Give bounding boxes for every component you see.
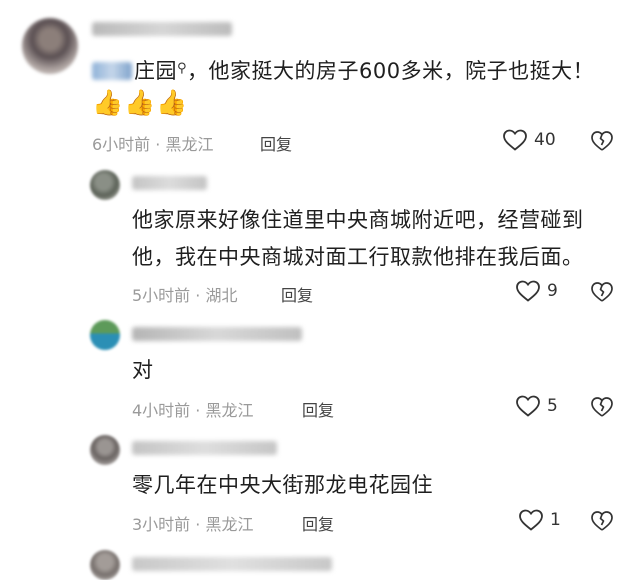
heart-outline-icon — [516, 395, 540, 417]
broken-heart-icon[interactable] — [590, 129, 614, 153]
comment-time: 4小时前 — [132, 401, 191, 420]
comment-text: 他，我在中央商城对面工行取款他排在我后面。 — [132, 245, 584, 269]
avatar[interactable] — [22, 18, 78, 74]
like-count: 5 — [547, 396, 558, 416]
thumbs-up-emoji: 👍 — [92, 88, 124, 117]
avatar[interactable] — [90, 550, 120, 580]
reply-button[interactable]: 回复 — [260, 131, 292, 155]
broken-heart-icon[interactable] — [590, 509, 614, 533]
comment-location: 黑龙江 — [165, 135, 214, 154]
avatar[interactable] — [90, 320, 120, 350]
comment-meta: 3小时前 · 黑龙江 — [132, 511, 253, 535]
broken-heart-icon[interactable] — [590, 395, 614, 419]
meta-separator: · — [155, 135, 161, 154]
like-button[interactable]: 1 — [518, 508, 561, 532]
mention-link[interactable]: 庄园 — [134, 59, 177, 83]
reply-button[interactable]: 回复 — [302, 397, 334, 421]
comment-meta: 6小时前 · 黑龙江 — [92, 131, 213, 155]
username[interactable] — [132, 327, 302, 341]
comment-meta: 4小时前 · 黑龙江 — [132, 397, 253, 421]
username[interactable] — [92, 22, 232, 36]
reply-button[interactable]: 回复 — [281, 282, 313, 306]
comment-location: 黑龙江 — [205, 401, 254, 420]
reply-button[interactable]: 回复 — [302, 511, 334, 535]
mention-blur — [92, 62, 132, 80]
like-count: 40 — [534, 130, 556, 150]
meta-separator: · — [195, 286, 201, 305]
comment-body: ，他家挺大的房子600多米，院子也挺大！ — [187, 59, 595, 83]
heart-outline-icon — [503, 129, 527, 151]
comment-time: 6小时前 — [92, 135, 151, 154]
like-count: 1 — [550, 510, 561, 530]
thumbs-up-emoji: 👍 — [124, 88, 156, 117]
like-button[interactable]: 40 — [502, 128, 556, 152]
search-icon: ⚲ — [177, 61, 188, 76]
comment-text: 他家原来好像住道里中央商城附近吧，经营碰到 — [132, 208, 584, 232]
meta-separator: · — [195, 401, 201, 420]
heart-outline-icon — [519, 509, 543, 531]
username[interactable] — [132, 176, 207, 190]
comment-text: 对 — [132, 358, 154, 382]
thumbs-up-emoji: 👍 — [156, 88, 188, 117]
comment-time: 3小时前 — [132, 515, 191, 534]
comment-location: 湖北 — [205, 286, 238, 305]
avatar[interactable] — [90, 435, 120, 465]
username[interactable] — [132, 441, 277, 455]
comment-meta: 5小时前 · 湖北 — [132, 282, 237, 306]
meta-separator: · — [195, 515, 201, 534]
comment-text: 零几年在中央大街那龙电花园住 — [132, 473, 433, 497]
like-button[interactable]: 5 — [515, 394, 558, 418]
broken-heart-icon[interactable] — [590, 280, 614, 304]
avatar[interactable] — [90, 170, 120, 200]
like-button[interactable]: 9 — [515, 279, 558, 303]
comment-time: 5小时前 — [132, 286, 191, 305]
like-count: 9 — [547, 281, 558, 301]
comment-location: 黑龙江 — [205, 515, 254, 534]
heart-outline-icon — [516, 280, 540, 302]
comment-text: 庄园⚲，他家挺大的房子600多米，院子也挺大！ — [92, 52, 594, 88]
